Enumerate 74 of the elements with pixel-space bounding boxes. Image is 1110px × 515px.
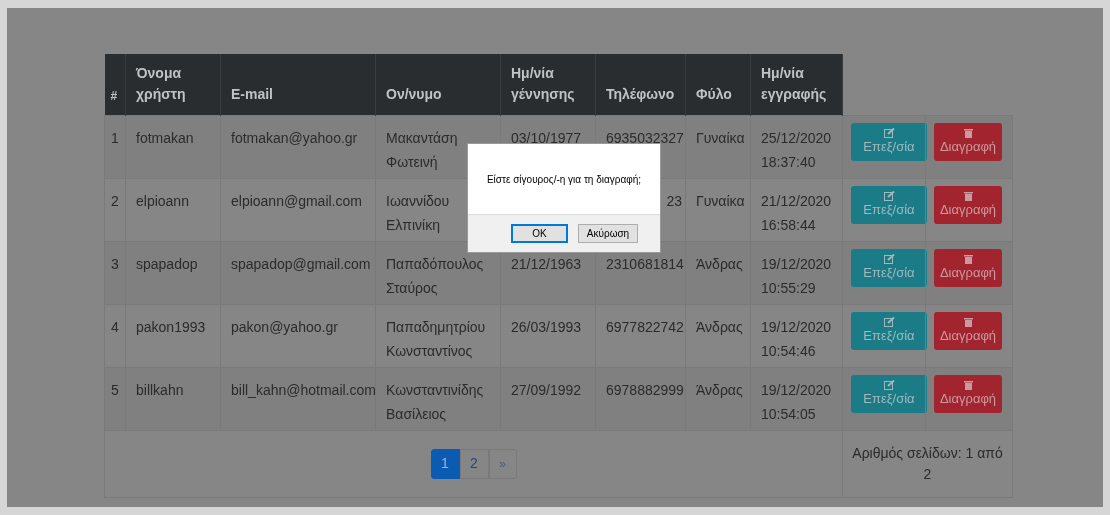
edit-icon (883, 253, 895, 264)
username-cell: elpioann (136, 192, 189, 209)
username-cell: fotmakan (136, 129, 194, 146)
edit-icon (883, 127, 895, 138)
edit-button[interactable]: Επεξ/σία (851, 374, 927, 413)
dialog-message: Είστε σίγουρος/-η για τη διαγραφή; (486, 172, 642, 187)
column-header: Όνομα χρήστη (136, 64, 186, 102)
next-page-link[interactable]: » (488, 448, 517, 479)
gender-cell: Άνδρας (696, 318, 743, 335)
edit-icon (883, 316, 895, 327)
username-cell: spapadop (136, 255, 198, 272)
dialog-button[interactable]: OK (511, 224, 568, 243)
delete-button[interactable]: Διαγραφή (934, 248, 1002, 287)
gender-cell: Γυναίκα (696, 129, 745, 146)
gender-cell: Γυναίκα (696, 192, 745, 209)
email-cell: elpioann@gmail.com (231, 192, 362, 209)
phone-cell: 2310681814 (606, 255, 684, 272)
row-number: 3 (111, 255, 119, 272)
username-cell: billkahn (136, 381, 184, 398)
page-link[interactable]: 1 (430, 448, 460, 479)
trash-icon (963, 253, 973, 264)
row-number: 1 (111, 129, 119, 146)
registration-date-cell: 19/12/2020 10:55:29 (761, 255, 832, 296)
column-header: Ον/νυμο (386, 85, 442, 102)
email-cell: bill_kahn@hotmail.com (231, 381, 376, 398)
column-header: # (110, 88, 118, 103)
column-header: Ημ/νία εγγραφής (761, 64, 827, 102)
email-cell: fotmakan@yahoo.gr (231, 129, 358, 146)
phone-cell: 6977822742 (606, 318, 684, 335)
full-name-cell: Παπαδημητρίου Κωνσταντίνος (386, 318, 486, 359)
row-number: 4 (111, 318, 119, 335)
email-cell: spapadop@gmail.com (231, 255, 371, 272)
email-cell: pakon@yahoo.gr (231, 318, 338, 335)
edit-button[interactable]: Επεξ/σία (851, 185, 927, 224)
phone-cell: 6978882999 (606, 381, 684, 398)
trash-icon (963, 316, 973, 327)
delete-button[interactable]: Διαγραφή (934, 374, 1002, 413)
birth-date-cell: 27/09/1992 (511, 381, 582, 398)
registration-date-cell: 21/12/2020 16:58:44 (761, 192, 832, 233)
birth-date-cell: 03/10/1977 (511, 129, 582, 146)
edit-button[interactable]: Επεξ/σία (851, 248, 927, 287)
phone-cell: 6935032327 (606, 129, 684, 146)
edit-icon (883, 190, 895, 201)
edit-button[interactable]: Επεξ/σία (851, 311, 927, 350)
gender-cell: Άνδρας (696, 255, 743, 272)
trash-icon (963, 190, 973, 201)
birth-date-cell: 26/03/1993 (511, 318, 582, 335)
row-number: 2 (111, 192, 119, 209)
full-name-cell: Μακαντάση Φωτεινή (386, 129, 458, 170)
delete-button[interactable]: Διαγραφή (934, 311, 1002, 350)
full-name-cell: Ιωαννίδου Ελπινίκη (386, 192, 450, 233)
page-count-text: Αριθμός σελίδων: 1 από 2 (852, 444, 1003, 482)
edit-icon (883, 379, 895, 390)
trash-icon (963, 379, 973, 390)
column-header: Τηλέφωνο (606, 85, 675, 102)
column-header: E-mail (231, 85, 273, 102)
trash-icon (963, 127, 973, 138)
birth-date-cell: 21/12/1963 (511, 255, 582, 272)
delete-button[interactable]: Διαγραφή (934, 122, 1002, 161)
phone-cell: 23 (666, 192, 682, 209)
row-number: 5 (111, 381, 119, 398)
registration-date-cell: 19/12/2020 10:54:05 (761, 381, 832, 422)
column-header: Φύλο (696, 85, 732, 102)
full-name-cell: Κωνσταντινίδης Βασίλειος (386, 381, 484, 422)
page-link[interactable]: 2 (459, 448, 489, 479)
registration-date-cell: 25/12/2020 18:37:40 (761, 129, 832, 170)
edit-button[interactable]: Επεξ/σία (851, 122, 927, 161)
delete-button[interactable]: Διαγραφή (934, 185, 1002, 224)
full-name-cell: Παπαδόπουλος Σταύρος (386, 255, 484, 296)
gender-cell: Άνδρας (696, 381, 743, 398)
dialog-button[interactable]: Ακύρωση (578, 224, 638, 243)
registration-date-cell: 19/12/2020 10:54:46 (761, 318, 832, 359)
username-cell: pakon1993 (136, 318, 206, 335)
column-header: Ημ/νία γέννησης (511, 64, 575, 102)
